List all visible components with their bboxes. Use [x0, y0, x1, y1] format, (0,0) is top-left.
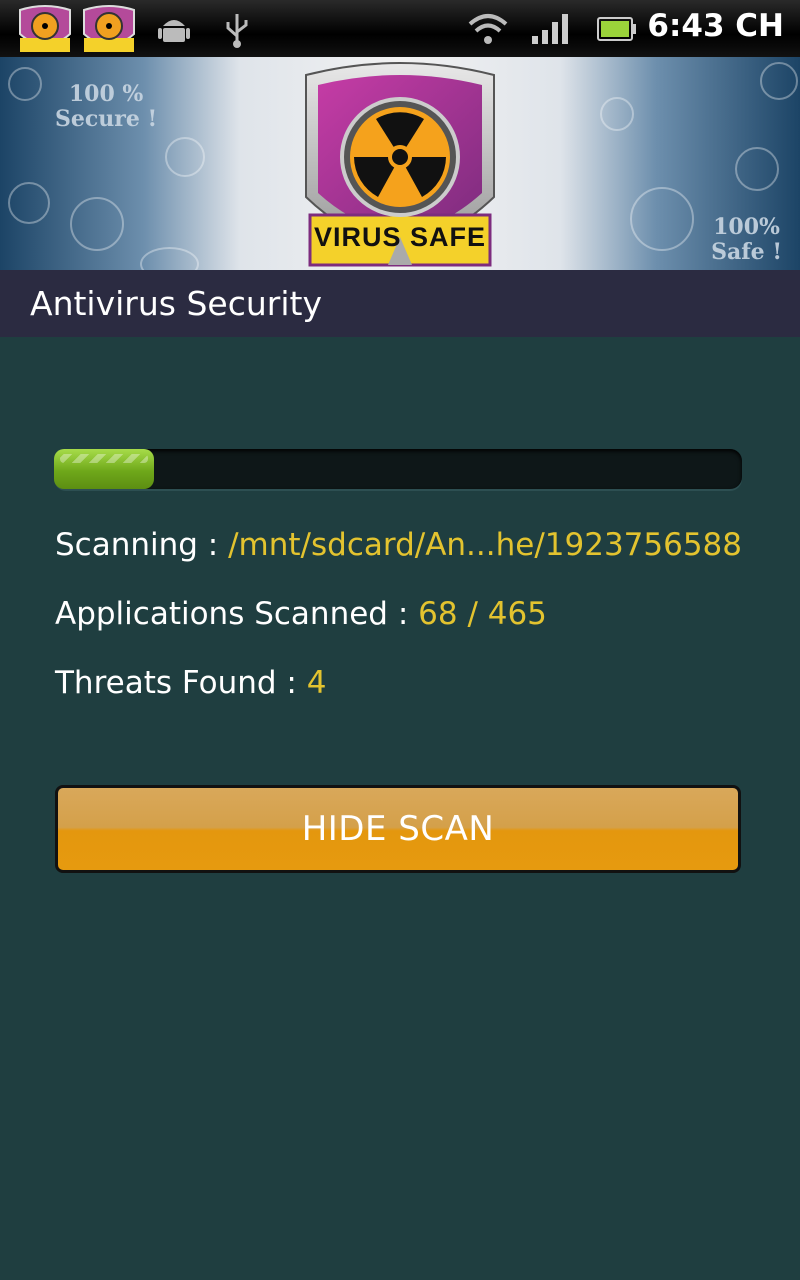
virus-safe-app-icon[interactable]: [16, 4, 74, 54]
wifi-icon: [468, 14, 508, 44]
page-title: Antivirus Security: [30, 284, 322, 323]
app-banner: 100 % Secure ! 100% Safe ! VIRUS SAFE: [0, 57, 800, 270]
apps-scanned-value: 68 / 465: [418, 596, 547, 632]
scanning-label: Scanning :: [55, 527, 229, 563]
hide-scan-button[interactable]: HIDE SCAN: [55, 785, 741, 873]
logo-text: VIRUS SAFE: [313, 222, 487, 252]
threats-found-value: 4: [306, 665, 327, 701]
status-bar: 6:43 CH: [0, 0, 800, 57]
scanning-path: /mnt/sdcard/An...he/1923756588: [228, 527, 743, 563]
scan-progress-fill: [54, 449, 155, 489]
apps-scanned-line: Applications Scanned : 68 / 465: [55, 596, 547, 632]
scanning-line: Scanning : /mnt/sdcard/An...he/192375658…: [55, 527, 742, 563]
signal-icon: [532, 14, 568, 44]
scan-progress-bar: [54, 449, 742, 489]
threats-found-label: Threats Found :: [55, 665, 307, 701]
virus-safe-app-icon[interactable]: [80, 4, 138, 54]
threats-found-line: Threats Found : 4: [55, 665, 326, 701]
banner-secure-text: 100 % Secure !: [55, 81, 158, 132]
apps-scanned-label: Applications Scanned :: [55, 596, 419, 632]
battery-icon: [597, 17, 636, 41]
android-icon: [158, 20, 190, 42]
status-clock: 6:43 CH: [647, 8, 784, 44]
title-bar: Antivirus Security: [0, 270, 800, 337]
usb-icon: [226, 14, 248, 48]
banner-safe-text: 100% Safe !: [711, 214, 782, 265]
